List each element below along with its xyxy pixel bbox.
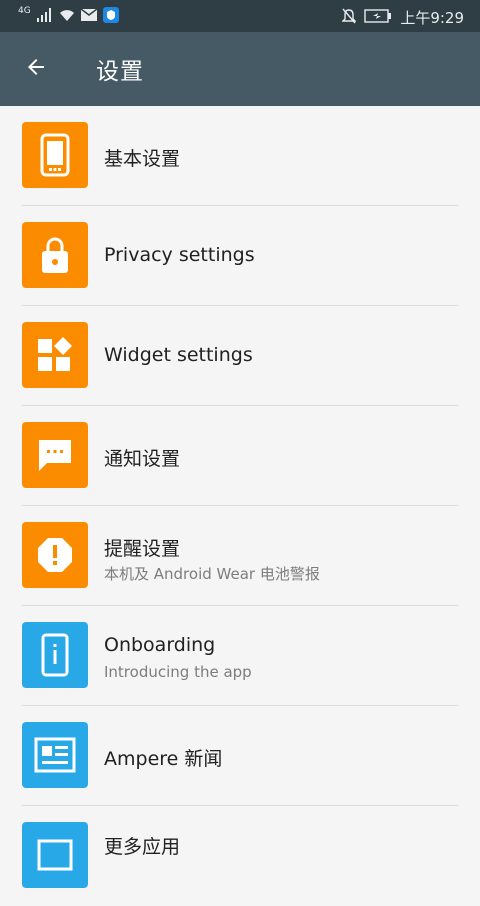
network-type-label: 4G xyxy=(18,6,31,16)
status-bar: 4G 上午9:29 xyxy=(0,0,480,32)
toolbar: 设置 xyxy=(0,32,480,106)
settings-list: 基本设置 Privacy settings Widget settings 通知… xyxy=(0,106,480,906)
list-item-widget-settings[interactable]: Widget settings xyxy=(0,306,480,406)
item-label: Widget settings xyxy=(104,344,253,366)
item-label: Onboarding xyxy=(104,634,216,656)
item-label: Ampere 新闻 xyxy=(104,748,223,770)
item-label: 基本设置 xyxy=(104,148,181,170)
item-label: 更多应用 xyxy=(104,836,181,858)
arrow-back-icon xyxy=(24,55,48,83)
list-item-privacy-settings[interactable]: Privacy settings xyxy=(0,206,480,306)
list-item-reminder-settings[interactable]: 提醒设置 本机及 Android Wear 电池警报 xyxy=(0,506,480,606)
status-time: 上午9:29 xyxy=(400,9,464,27)
item-label: 通知设置 xyxy=(104,448,181,470)
widgets-icon xyxy=(22,322,88,388)
list-item-ampere-news[interactable]: Ampere 新闻 xyxy=(0,706,480,806)
message-icon xyxy=(22,422,88,488)
item-subtitle: 本机及 Android Wear 电池警报 xyxy=(104,565,320,583)
item-subtitle: Introducing the app xyxy=(104,663,252,681)
info-phone-icon xyxy=(22,622,88,688)
list-item-basic-settings[interactable]: 基本设置 xyxy=(0,106,480,206)
list-item-more-apps[interactable]: 更多应用 xyxy=(0,806,480,906)
mute-bell-icon xyxy=(341,8,358,28)
apps-icon xyxy=(22,822,88,888)
alert-octagon-icon xyxy=(22,522,88,588)
mail-icon xyxy=(80,8,98,25)
lock-icon xyxy=(22,222,88,288)
battery-icon xyxy=(364,8,392,27)
list-item-onboarding[interactable]: Onboarding Introducing the app xyxy=(0,606,480,706)
signal-icon xyxy=(36,8,53,26)
phone-icon xyxy=(22,122,88,188)
wifi-icon xyxy=(59,9,75,26)
item-label: 提醒设置 xyxy=(104,538,181,560)
back-button[interactable] xyxy=(18,52,54,86)
news-icon xyxy=(22,722,88,788)
shield-app-icon xyxy=(102,7,119,27)
list-item-notification-settings[interactable]: 通知设置 xyxy=(0,406,480,506)
item-label: Privacy settings xyxy=(104,244,255,266)
page-title: 设置 xyxy=(96,59,144,85)
